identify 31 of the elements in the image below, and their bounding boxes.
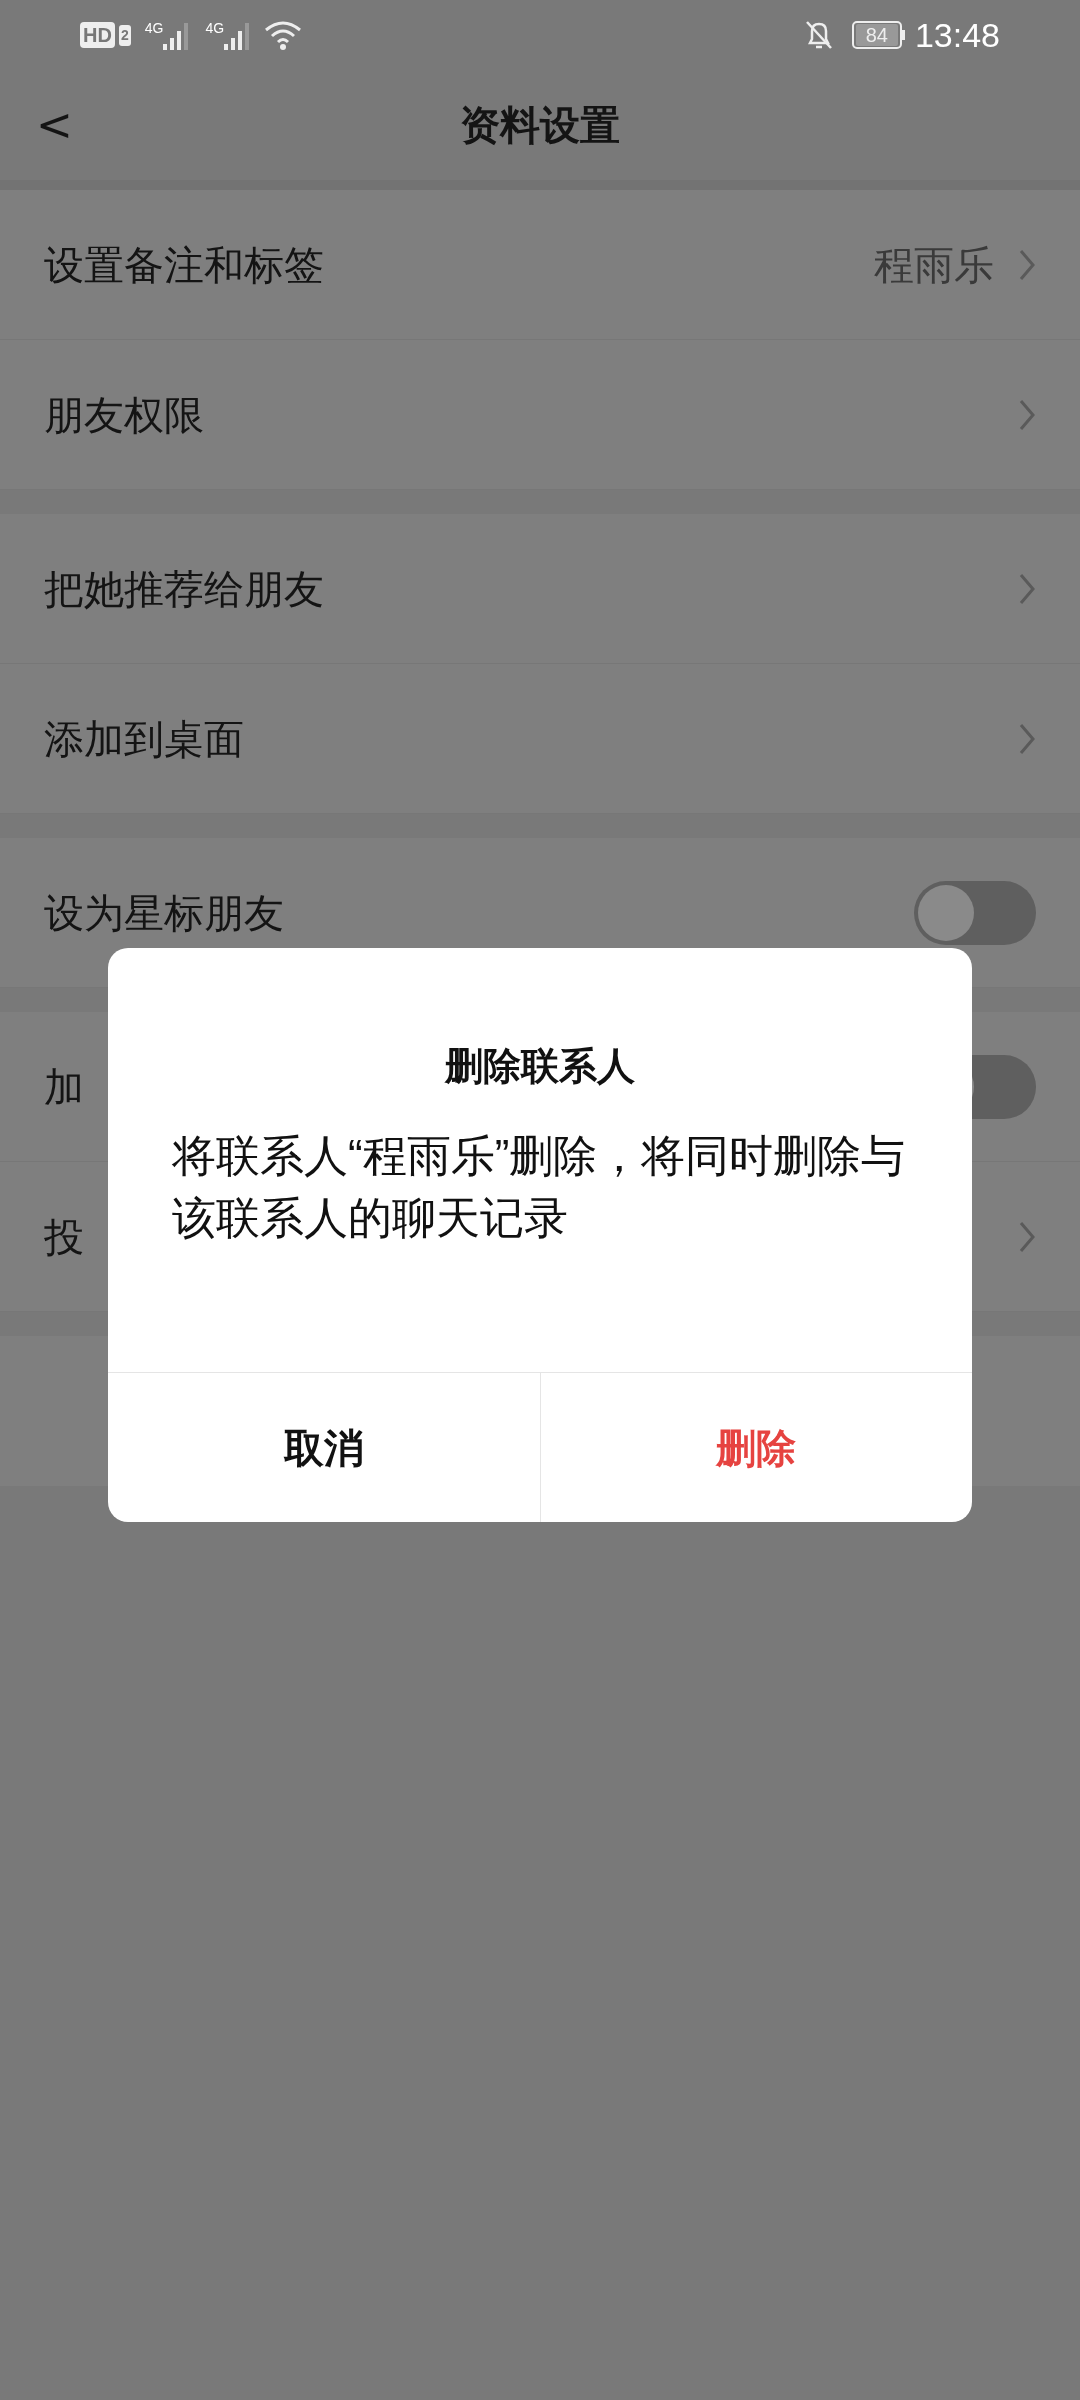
chevron-right-icon <box>1018 721 1036 756</box>
chevron-right-icon <box>1018 247 1036 282</box>
settings-row[interactable]: 把她推荐给朋友 <box>0 514 1080 664</box>
cancel-button[interactable]: 取消 <box>108 1373 540 1522</box>
delete-button[interactable]: 删除 <box>539 1373 972 1522</box>
chevron-right-icon <box>1018 1219 1036 1254</box>
settings-row[interactable]: 朋友权限 <box>0 340 1080 490</box>
chevron-right-icon <box>1018 397 1036 432</box>
network-label: 4G <box>144 19 164 38</box>
settings-row[interactable]: 设置备注和标签 程雨乐 <box>0 190 1080 340</box>
row-label: 投 <box>44 1213 84 1261</box>
row-label: 加 <box>44 1063 84 1111</box>
row-label: 把她推荐给朋友 <box>44 565 324 613</box>
battery-level: 84 <box>855 24 898 46</box>
chevron-right-icon <box>1018 571 1036 606</box>
dialog-message: 将联系人“程雨乐”删除，将同时删除与该联系人的聊天记录 <box>171 1130 907 1244</box>
back-button[interactable]: < <box>36 92 73 158</box>
row-label: 添加到桌面 <box>44 715 244 763</box>
dialog-title: 删除联系人 <box>445 1044 635 1089</box>
row-value: 程雨乐 <box>874 241 994 289</box>
row-label: 设置备注和标签 <box>44 241 324 289</box>
clock: 13:48 <box>914 14 1000 56</box>
row-label: 朋友权限 <box>44 391 204 439</box>
bell-off-icon <box>803 19 834 51</box>
sim-badge: 2 <box>118 24 131 46</box>
network-label: 4G <box>205 19 225 38</box>
settings-row[interactable]: 添加到桌面 <box>0 664 1080 814</box>
page-title: 资料设置 <box>460 102 620 149</box>
hd-badge: HD <box>80 22 115 48</box>
row-label: 设为星标朋友 <box>44 889 284 937</box>
wifi-icon <box>264 20 303 50</box>
